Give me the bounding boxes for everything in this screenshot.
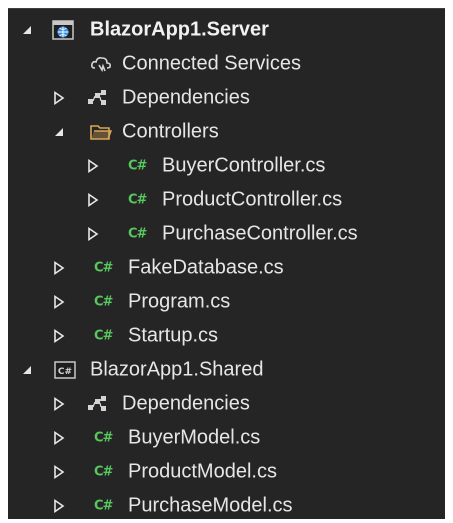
web-project-icon — [52, 20, 74, 40]
collapsed-arrow-icon[interactable] — [52, 261, 66, 275]
tree-item-buyermodel-cs[interactable]: C# BuyerModel.cs — [8, 421, 445, 455]
collapsed-arrow-icon[interactable] — [52, 465, 66, 479]
collapsed-arrow-icon[interactable] — [86, 193, 100, 207]
tree-item-buyercontroller-cs[interactable]: C# BuyerController.cs — [8, 149, 445, 183]
solution-explorer-panel: BlazorApp1.Server Connected Services Dep… — [0, 0, 453, 520]
collapsed-arrow-icon[interactable] — [52, 499, 66, 513]
tree-item-label: Dependencies — [122, 86, 250, 109]
tree-item-blazorapp1-shared[interactable]: C# BlazorApp1.Shared — [8, 353, 445, 387]
collapsed-arrow-icon[interactable] — [86, 159, 100, 173]
tree-item-program-cs[interactable]: C# Program.cs — [8, 285, 445, 319]
csharp-file-icon: C# — [94, 498, 113, 514]
tree-item-label: BlazorApp1.Server — [90, 18, 269, 41]
collapsed-arrow-icon[interactable] — [52, 431, 66, 445]
tree-item-purchasemodel-cs[interactable]: C# PurchaseModel.cs — [8, 489, 445, 523]
dependencies-icon — [88, 90, 106, 105]
tree-item-controllers-folder[interactable]: Controllers — [8, 115, 445, 149]
csharp-file-icon: C# — [94, 430, 113, 446]
expanded-arrow-icon[interactable] — [20, 23, 34, 37]
tree-item-fakedatabase-cs[interactable]: C# FakeDatabase.cs — [8, 251, 445, 285]
csharp-file-icon: C# — [94, 294, 113, 310]
csharp-file-icon: C# — [94, 464, 113, 480]
tree-item-purchasecontroller-cs[interactable]: C# PurchaseController.cs — [8, 217, 445, 251]
svg-text:C#: C# — [58, 367, 72, 377]
csharp-file-icon: C# — [128, 226, 147, 242]
collapsed-arrow-icon[interactable] — [52, 329, 66, 343]
tree-item-label: BuyerModel.cs — [128, 426, 261, 449]
tree-item-productmodel-cs[interactable]: C# ProductModel.cs — [8, 455, 445, 489]
csharp-file-icon: C# — [128, 158, 147, 174]
collapsed-arrow-icon[interactable] — [52, 295, 66, 309]
solution-tree: BlazorApp1.Server Connected Services Dep… — [8, 8, 445, 519]
tree-item-label: BlazorApp1.Shared — [90, 358, 264, 381]
csharp-file-icon: C# — [94, 328, 113, 344]
tree-item-label: Controllers — [122, 120, 219, 143]
tree-item-label: ProductController.cs — [162, 188, 343, 211]
tree-item-dependencies-shared[interactable]: Dependencies — [8, 387, 445, 421]
tree-item-label: PurchaseController.cs — [162, 222, 358, 245]
dependencies-icon — [88, 396, 106, 411]
tree-item-label: BuyerController.cs — [162, 154, 326, 177]
collapsed-arrow-icon[interactable] — [52, 91, 66, 105]
tree-item-label: ProductModel.cs — [128, 460, 277, 483]
collapsed-arrow-icon[interactable] — [52, 397, 66, 411]
tree-item-label: Dependencies — [122, 392, 250, 415]
tree-item-label: Startup.cs — [128, 324, 219, 347]
tree-item-label: Program.cs — [128, 290, 231, 313]
tree-item-label: PurchaseModel.cs — [128, 494, 293, 517]
csharp-project-icon: C# — [54, 361, 76, 379]
tree-item-label: Connected Services — [122, 52, 301, 75]
tree-item-label: FakeDatabase.cs — [128, 256, 284, 279]
tree-item-productcontroller-cs[interactable]: C# ProductController.cs — [8, 183, 445, 217]
folder-open-icon — [90, 125, 112, 140]
csharp-file-icon: C# — [128, 192, 147, 208]
expanded-arrow-icon[interactable] — [52, 125, 66, 139]
tree-item-dependencies[interactable]: Dependencies — [8, 81, 445, 115]
tree-item-startup-cs[interactable]: C# Startup.cs — [8, 319, 445, 353]
expanded-arrow-icon[interactable] — [20, 363, 34, 377]
connected-services-icon — [91, 57, 111, 73]
csharp-file-icon: C# — [94, 260, 113, 276]
tree-item-blazorapp1-server[interactable]: BlazorApp1.Server — [8, 13, 445, 47]
tree-item-connected-services[interactable]: Connected Services — [8, 47, 445, 81]
collapsed-arrow-icon[interactable] — [86, 227, 100, 241]
